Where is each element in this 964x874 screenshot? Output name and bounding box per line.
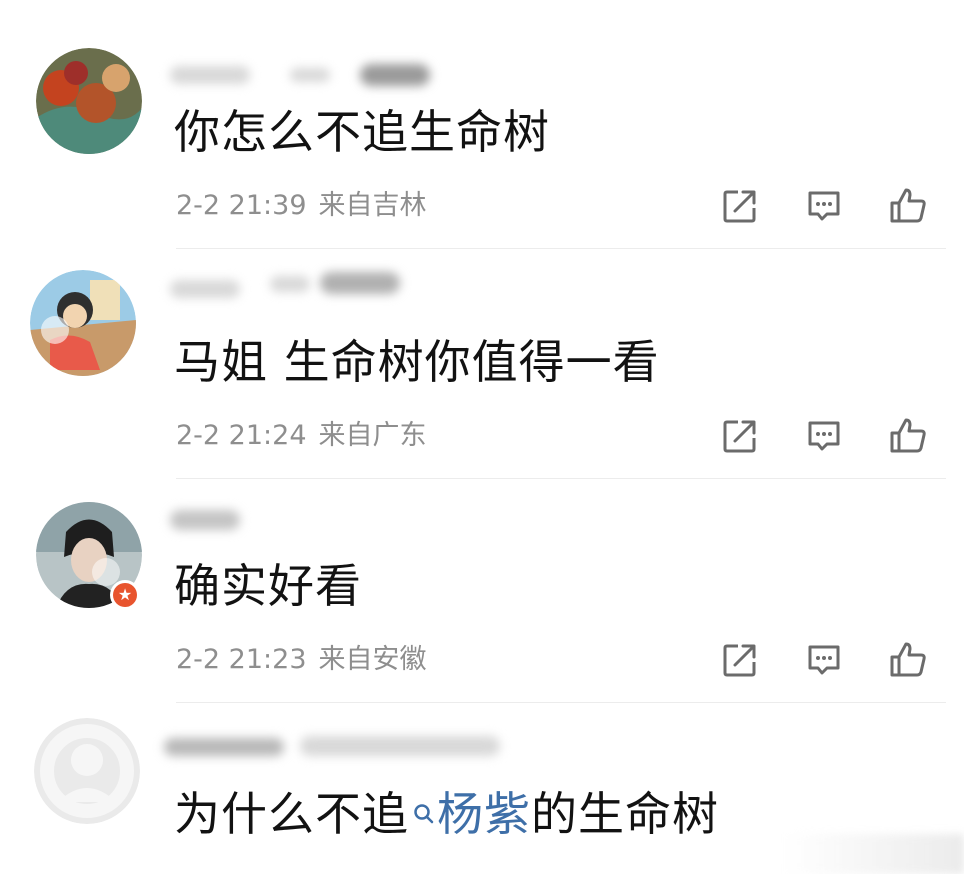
share-button[interactable]	[716, 636, 764, 684]
share-button[interactable]	[716, 412, 764, 460]
verified-badge: ★	[110, 580, 140, 610]
comment-text: 你怎么不追生命树	[174, 105, 550, 159]
comment-date: 2-2 21:24	[176, 420, 307, 451]
comment-text: 确实好看	[174, 559, 362, 613]
share-icon	[723, 644, 756, 677]
comment-actions	[716, 412, 936, 460]
comment-icon	[808, 421, 840, 451]
comment-meta: 2-2 21:23 来自安徽	[176, 644, 427, 676]
like-icon	[890, 418, 926, 453]
comment-text-suffix: 的生命树	[531, 787, 719, 841]
watermark-blurred	[784, 834, 964, 874]
share-icon	[723, 420, 756, 453]
like-icon	[890, 642, 926, 677]
search-icon	[414, 803, 434, 823]
avatar-default[interactable]	[34, 718, 140, 824]
comment-location: 来自广东	[318, 420, 427, 451]
search-link-text[interactable]: 杨紫	[437, 787, 531, 841]
like-button[interactable]	[884, 412, 932, 460]
avatar-image	[30, 270, 136, 376]
username-blurred[interactable]	[170, 62, 470, 92]
comment-meta: 2-2 21:39 来自吉林	[176, 190, 427, 222]
comment-icon	[808, 645, 840, 675]
comment-button[interactable]	[800, 636, 848, 684]
avatar[interactable]	[36, 48, 142, 154]
comment-date: 2-2 21:39	[176, 190, 307, 221]
avatar-image	[36, 48, 142, 154]
username-blurred[interactable]	[170, 506, 470, 536]
username-blurred[interactable]	[170, 272, 470, 302]
comment-icon	[808, 191, 840, 221]
comment-actions	[716, 636, 936, 684]
default-user-icon	[34, 718, 140, 824]
divider	[176, 702, 946, 703]
comment-text-prefix: 为什么不追	[174, 787, 409, 841]
comment-button[interactable]	[800, 182, 848, 230]
verified-star-icon: ★	[113, 583, 137, 607]
share-button[interactable]	[716, 182, 764, 230]
comment-location: 来自安徽	[318, 644, 427, 675]
comment-text: 为什么不追 杨紫的生命树	[174, 786, 719, 842]
username-blurred[interactable]	[164, 732, 500, 762]
divider	[176, 478, 946, 479]
avatar[interactable]	[30, 270, 136, 376]
comment-location: 来自吉林	[318, 190, 427, 221]
comment-actions	[716, 182, 936, 230]
comment-date: 2-2 21:23	[176, 644, 307, 675]
like-button[interactable]	[884, 182, 932, 230]
comment-button[interactable]	[800, 412, 848, 460]
divider	[176, 248, 946, 249]
comment-text: 马姐 生命树你值得一看	[174, 335, 660, 389]
comment-meta: 2-2 21:24 来自广东	[176, 420, 427, 452]
like-button[interactable]	[884, 636, 932, 684]
like-icon	[890, 188, 926, 223]
share-icon	[723, 190, 756, 223]
